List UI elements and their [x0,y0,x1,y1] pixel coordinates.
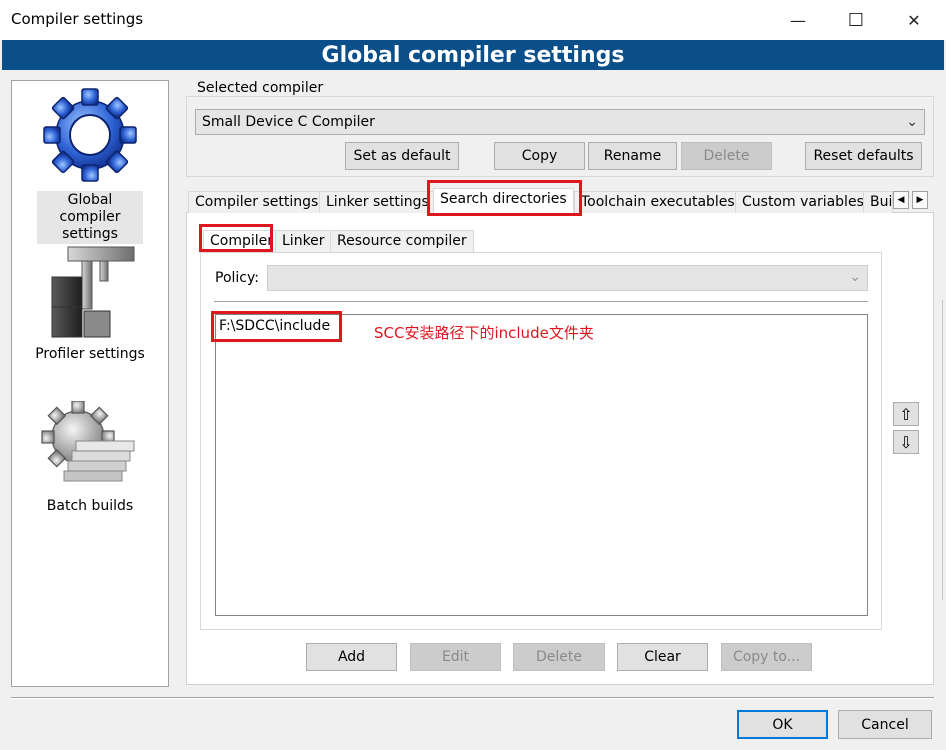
tab-scroll-left-icon[interactable]: ◀ [893,191,909,209]
arrow-up-icon: ⇧ [899,404,913,424]
ok-button[interactable]: OK [737,710,828,739]
maximize-icon: ☐ [847,9,865,31]
window-edge [942,300,946,600]
chevron-down-icon: ⌄ [849,269,861,285]
set-as-default-button[interactable]: Set as default [345,142,459,170]
tab-scroll-right-icon[interactable]: ▶ [912,191,928,209]
move-up-button[interactable]: ⇧ [893,402,919,426]
category-profiler[interactable]: Profiler settings [12,237,168,364]
category-label: Profiler settings [35,346,145,362]
page-title: Global compiler settings [321,42,625,68]
minimize-icon: — [790,10,806,30]
gear-icon [43,88,137,182]
tab-build-options[interactable]: Bui [863,191,893,213]
policy-select[interactable]: ⌄ [267,265,868,291]
chevron-down-icon: ⌄ [906,114,918,130]
reset-defaults-button[interactable]: Reset defaults [805,142,922,170]
close-icon: ✕ [907,10,921,30]
delete-compiler-button[interactable]: Delete [681,142,772,170]
category-list[interactable]: Global compiler settings Profiler settin… [11,80,169,687]
move-down-button[interactable]: ⇩ [893,430,919,454]
add-directory-button[interactable]: Add [306,643,397,671]
category-global-compiler[interactable]: Global compiler settings [12,87,168,244]
copy-to-button[interactable]: Copy to... [721,643,812,671]
caliper-icon [51,246,135,338]
divider [11,697,934,699]
compiler-select-value: Small Device C Compiler [202,114,375,130]
directory-list[interactable] [215,314,868,616]
annotation-text: SCC安装路径下的include文件夹 [374,324,594,342]
compiler-select[interactable]: Small Device C Compiler ⌄ [195,109,925,135]
rename-compiler-button[interactable]: Rename [588,142,677,170]
divider [214,301,868,302]
edit-directory-button[interactable]: Edit [410,643,501,671]
arrow-down-icon: ⇩ [899,432,913,452]
annotation-box-compiler-subtab [199,224,273,252]
gear-stack-icon [41,400,135,482]
category-batch-builds[interactable]: Batch builds [12,400,168,516]
clear-directories-button[interactable]: Clear [617,643,708,671]
cancel-button[interactable]: Cancel [838,710,932,739]
window-title: Compiler settings [11,10,144,28]
tab-linker-settings[interactable]: Linker settings [319,191,436,213]
annotation-box-search-directories [427,180,582,216]
tab-compiler-settings[interactable]: Compiler settings [188,191,326,213]
annotation-box-include-path [211,311,342,342]
policy-label: Policy: [215,270,259,286]
selected-compiler-legend: Selected compiler [194,80,327,96]
subtab-resource-compiler[interactable]: Resource compiler [330,230,474,252]
delete-directory-button[interactable]: Delete [513,643,605,671]
subtab-linker[interactable]: Linker [275,230,332,252]
tab-custom-variables[interactable]: Custom variables [735,191,871,213]
minimize-button[interactable]: — [772,0,824,40]
maximize-button[interactable]: ☐ [830,0,882,40]
close-button[interactable]: ✕ [888,0,940,40]
page-title-banner: Global compiler settings [2,40,944,70]
copy-compiler-button[interactable]: Copy [494,142,585,170]
category-label: Batch builds [46,498,134,514]
tab-toolchain-executables[interactable]: Toolchain executables [574,191,742,213]
